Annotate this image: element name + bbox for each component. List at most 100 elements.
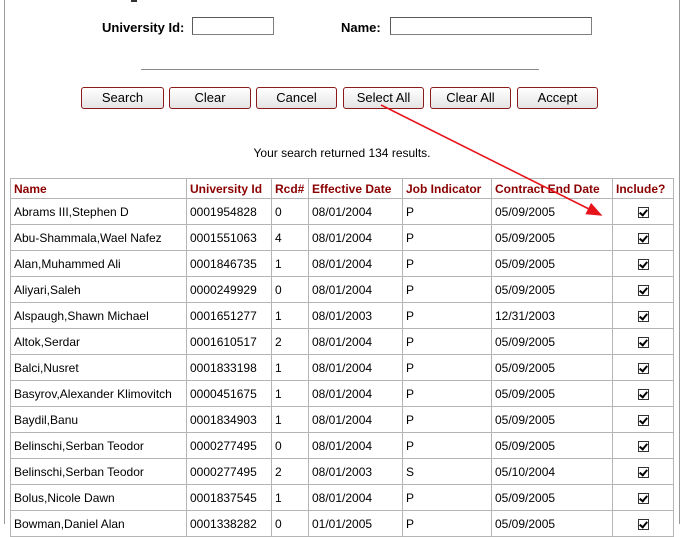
name-field[interactable] (390, 17, 592, 35)
cell-include (612, 484, 674, 511)
include-checkbox[interactable] (637, 388, 649, 400)
cell-include (612, 406, 674, 433)
include-checkbox[interactable] (637, 362, 649, 374)
include-checkbox[interactable] (637, 492, 649, 504)
university-id-label: University Id: (102, 20, 185, 35)
cell-job-indicator: P (402, 302, 492, 329)
cell-name: Abu-Shammala,Wael Nafez (10, 224, 187, 251)
cell-rcd: 0 (271, 432, 309, 459)
cell-rcd: 1 (271, 250, 309, 277)
cell-contract-end-date: 05/09/2005 (491, 198, 613, 225)
column-header-effective-date[interactable]: Effective Date (308, 178, 403, 199)
cell-university-id: 0000451675 (186, 380, 272, 407)
cell-name: Alan,Muhammed Ali (10, 250, 187, 277)
column-header-job-indicator[interactable]: Job Indicator (402, 178, 492, 199)
include-checkbox[interactable] (637, 206, 649, 218)
cell-university-id: 0001834903 (186, 406, 272, 433)
include-checkbox[interactable] (637, 258, 649, 270)
column-header-rcd[interactable]: Rcd# (271, 178, 309, 199)
cell-job-indicator: P (402, 380, 492, 407)
cell-rcd: 1 (271, 302, 309, 329)
page-left-border (4, 0, 5, 524)
table-row: Abrams III,Stephen D 0001954828 0 08/01/200… (10, 198, 674, 225)
cell-effective-date: 08/01/2004 (308, 380, 403, 407)
accept-button[interactable]: Accept (517, 87, 598, 109)
cell-contract-end-date: 05/09/2005 (491, 276, 613, 303)
cell-job-indicator: P (402, 354, 492, 381)
column-header-contract-end-date[interactable]: Contract End Date (491, 178, 613, 199)
cell-job-indicator: P (402, 224, 492, 251)
cell-effective-date: 08/01/2003 (308, 458, 403, 485)
cell-include (612, 302, 674, 329)
cancel-button[interactable]: Cancel (256, 87, 337, 109)
cell-name: Aliyari,Saleh (10, 276, 187, 303)
cell-contract-end-date: 05/10/2004 (491, 458, 613, 485)
cell-effective-date: 08/01/2004 (308, 198, 403, 225)
cell-effective-date: 08/01/2004 (308, 432, 403, 459)
cell-include (612, 354, 674, 381)
cell-contract-end-date: 05/09/2005 (491, 432, 613, 459)
cell-name: Altok,Serdar (10, 328, 187, 355)
include-checkbox[interactable] (637, 518, 649, 530)
table-row: Belinschi,Serban Teodor 0000277495 0 08/01/… (10, 432, 674, 459)
cell-effective-date: 08/01/2004 (308, 328, 403, 355)
table-row: Basyrov,Alexander Klimovitch 0000451675 1 0… (10, 380, 674, 407)
cell-include (612, 380, 674, 407)
cell-university-id: 0001833198 (186, 354, 272, 381)
clear-all-button[interactable]: Clear All (430, 87, 511, 109)
cell-name: Belinschi,Serban Teodor (10, 432, 187, 459)
include-checkbox[interactable] (637, 310, 649, 322)
cell-effective-date: 08/01/2003 (308, 302, 403, 329)
cell-university-id: 0000249929 (186, 276, 272, 303)
select-all-button[interactable]: Select All (343, 87, 424, 109)
table-row: Belinschi,Serban Teodor 0000277495 2 08/01/… (10, 458, 674, 485)
table-row: Bolus,Nicole Dawn 0001837545 1 08/01/2004 P 0… (10, 484, 674, 511)
cell-contract-end-date: 05/09/2005 (491, 354, 613, 381)
cell-name: Alspaugh,Shawn Michael (10, 302, 187, 329)
table-row: Altok,Serdar 0001610517 2 08/01/2004 P 05/09/… (10, 328, 674, 355)
cell-include (612, 224, 674, 251)
cell-effective-date: 08/01/2004 (308, 484, 403, 511)
cell-job-indicator: P (402, 432, 492, 459)
include-checkbox[interactable] (637, 284, 649, 296)
cell-job-indicator: P (402, 250, 492, 277)
cell-job-indicator: S (402, 458, 492, 485)
cell-rcd: 1 (271, 484, 309, 511)
cell-rcd: 2 (271, 458, 309, 485)
include-checkbox[interactable] (637, 466, 649, 478)
cell-contract-end-date: 05/09/2005 (491, 224, 613, 251)
table-row: Balci,Nusret 0001833198 1 08/01/2004 P 05/09/… (10, 354, 674, 381)
cell-include (612, 276, 674, 303)
university-id-field[interactable] (192, 17, 274, 35)
cell-university-id: 0001610517 (186, 328, 272, 355)
cell-job-indicator: P (402, 484, 492, 511)
table-row: Abu-Shammala,Wael Nafez 0001551063 4 08/01/… (10, 224, 674, 251)
cell-effective-date: 08/01/2004 (308, 406, 403, 433)
include-checkbox[interactable] (637, 440, 649, 452)
cell-name: Bolus,Nicole Dawn (10, 484, 187, 511)
cell-contract-end-date: 05/09/2005 (491, 328, 613, 355)
column-header-university-id[interactable]: University Id (186, 178, 272, 199)
cell-job-indicator: P (402, 406, 492, 433)
cell-include (612, 198, 674, 225)
cell-effective-date: 08/01/2004 (308, 250, 403, 277)
cell-include (612, 458, 674, 485)
cell-university-id: 0001651277 (186, 302, 272, 329)
include-checkbox[interactable] (637, 336, 649, 348)
include-checkbox[interactable] (637, 414, 649, 426)
include-checkbox[interactable] (637, 232, 649, 244)
cell-rcd: 0 (271, 276, 309, 303)
cell-include (612, 432, 674, 459)
cell-job-indicator: P (402, 328, 492, 355)
cell-effective-date: 08/01/2004 (308, 224, 403, 251)
cell-university-id: 0001954828 (186, 198, 272, 225)
clear-button[interactable]: Clear (169, 87, 251, 109)
cell-university-id: 0001846735 (186, 250, 272, 277)
cell-job-indicator: P (402, 198, 492, 225)
cell-include (612, 328, 674, 355)
cell-name: Basyrov,Alexander Klimovitch (10, 380, 187, 407)
search-button[interactable]: Search (81, 87, 164, 109)
cell-rcd: 1 (271, 406, 309, 433)
cell-name: Belinschi,Serban Teodor (10, 458, 187, 485)
column-header-name[interactable]: Name (10, 178, 187, 199)
